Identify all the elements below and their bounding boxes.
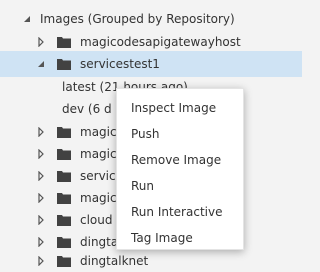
tree-item-label: magic — [80, 191, 117, 205]
folder-icon — [56, 125, 72, 139]
chevron-right-icon[interactable] — [34, 254, 48, 268]
chevron-right-icon[interactable] — [34, 147, 48, 161]
tree-item-label: dingtalknet — [80, 254, 149, 268]
tree-item-repository[interactable]: dingtalknet — [0, 250, 302, 272]
chevron-right-icon[interactable] — [34, 169, 48, 183]
folder-icon — [56, 35, 72, 49]
menu-item-tag-image[interactable]: Tag Image — [117, 225, 243, 251]
menu-item-inspect-image[interactable]: Inspect Image — [117, 95, 243, 121]
folder-icon — [56, 213, 72, 227]
tree-root-label: Images (Grouped by Repository) — [40, 12, 235, 26]
folder-icon — [56, 57, 72, 71]
chevron-right-icon[interactable] — [34, 213, 48, 227]
chevron-right-icon[interactable] — [34, 125, 48, 139]
chevron-right-icon[interactable] — [34, 191, 48, 205]
tree-item-label: cloud — [80, 213, 113, 227]
tree-item-label: dingta — [80, 235, 119, 249]
menu-item-run[interactable]: Run — [117, 173, 243, 199]
tree-item-label: magic — [80, 125, 117, 139]
menu-item-remove-image[interactable]: Remove Image — [117, 147, 243, 173]
chevron-down-icon[interactable] — [20, 12, 34, 26]
tree-item-label: magic — [80, 147, 117, 161]
folder-icon — [56, 235, 72, 249]
tree-item-label: servic — [80, 169, 116, 183]
chevron-right-icon[interactable] — [34, 235, 48, 249]
chevron-down-icon[interactable] — [34, 57, 48, 71]
menu-item-push[interactable]: Push — [117, 121, 243, 147]
tree-item-label: servicestest1 — [80, 57, 160, 71]
context-menu: Inspect Image Push Remove Image Run Run … — [116, 88, 244, 250]
folder-icon — [56, 147, 72, 161]
chevron-right-icon[interactable] — [34, 35, 48, 49]
tree-item-label: magicodesapigatewayhost — [80, 35, 241, 49]
folder-icon — [56, 169, 72, 183]
tree-item-label: dev (6 d — [62, 102, 112, 116]
folder-icon — [56, 191, 72, 205]
menu-item-run-interactive[interactable]: Run Interactive — [117, 199, 243, 225]
folder-icon — [56, 254, 72, 268]
